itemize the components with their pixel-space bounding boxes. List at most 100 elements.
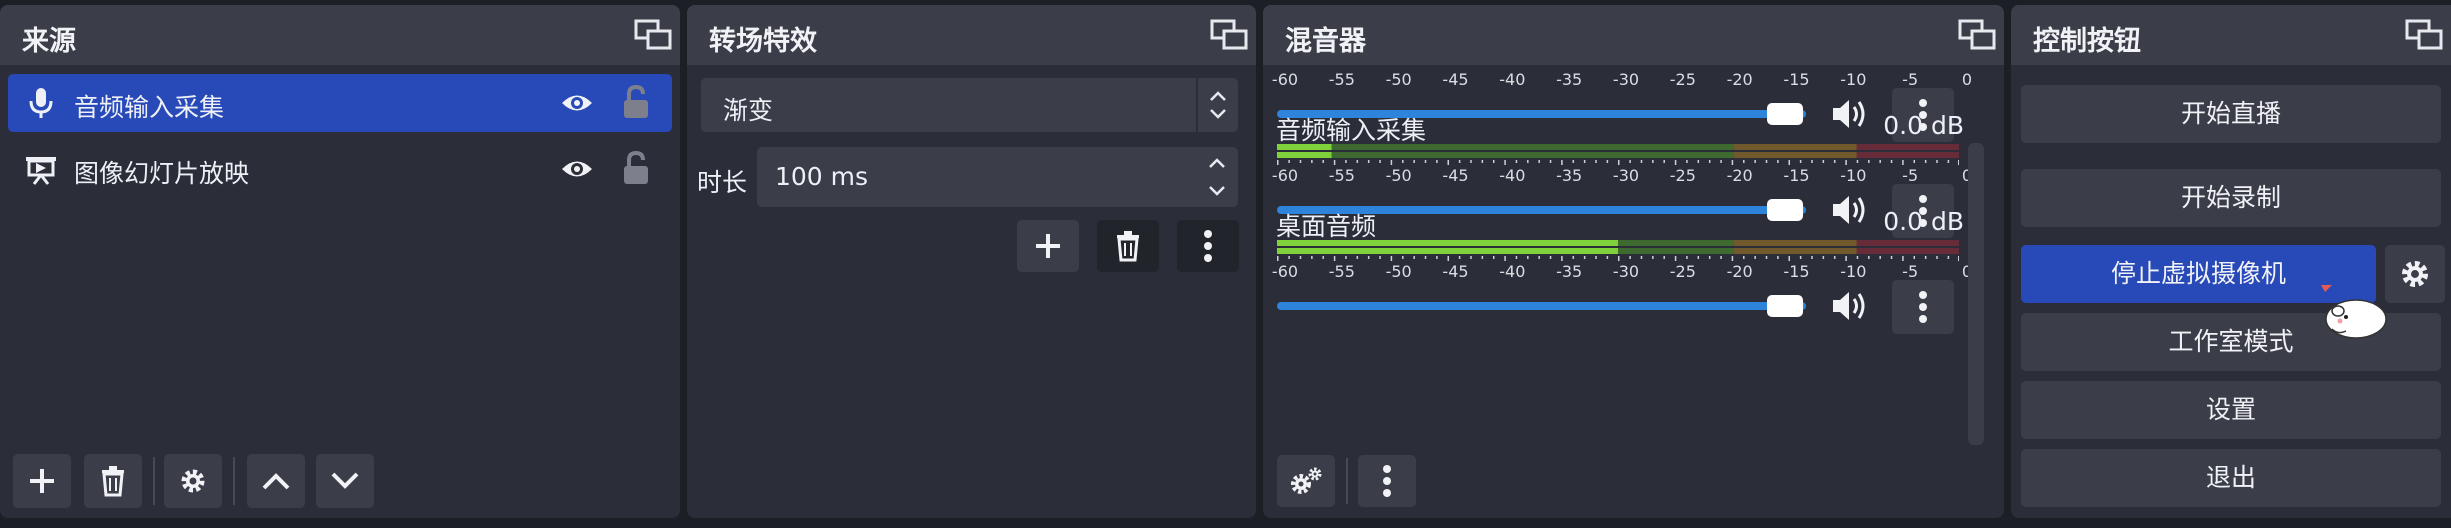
meter-tick [1424, 256, 1427, 259]
float-dock-icon[interactable] [1210, 19, 1248, 51]
meter-tick [1595, 256, 1597, 259]
meter-scale-label: -40 [1499, 70, 1526, 89]
add-transition-button[interactable] [1017, 220, 1079, 272]
meter-tick [1663, 256, 1665, 259]
meter-tick [1777, 256, 1779, 259]
meter-tick [1754, 256, 1756, 259]
mixer-dock-title: 混音器 [1285, 26, 1366, 57]
meter-tick [1868, 160, 1870, 163]
meter-tick [1924, 256, 1927, 259]
eye-icon[interactable] [560, 88, 594, 118]
meter-tick [1924, 160, 1927, 163]
mixer-channel-db: 0.0 dB [1883, 111, 1964, 140]
unlocked-icon[interactable] [622, 150, 650, 186]
duration-spinbox[interactable]: 100 ms [757, 147, 1238, 207]
meter-scale-label: -30 [1612, 166, 1640, 185]
meter-tick [1640, 160, 1643, 163]
exit-button[interactable]: 退出 [2021, 449, 2441, 507]
move-source-down-button[interactable] [316, 454, 374, 508]
source-properties-button[interactable] [164, 454, 222, 508]
advanced-audio-button[interactable] [1277, 455, 1335, 507]
meter-tick [1504, 256, 1506, 261]
settings-button[interactable]: 设置 [2021, 381, 2441, 439]
meter-tick [1788, 160, 1790, 165]
meter-tick [1527, 160, 1529, 163]
source-item-label: 音频输入采集 [74, 93, 225, 122]
meter-scale-label: -60 [1271, 262, 1299, 281]
start-recording-button[interactable]: 开始录制 [2021, 169, 2441, 227]
source-item-audio-input[interactable]: 音频输入采集 [8, 74, 672, 132]
meter-tick [1902, 160, 1904, 165]
meter-scale-label: -40 [1499, 166, 1526, 185]
start-streaming-button[interactable]: 开始直播 [2021, 85, 2441, 143]
transition-select[interactable]: 渐变 [701, 78, 1238, 132]
float-dock-icon[interactable] [2405, 19, 2443, 51]
meter-level [1277, 248, 1618, 254]
remove-source-button[interactable] [84, 454, 142, 508]
meter-tick [1527, 256, 1529, 259]
select-arrows-icon [1196, 78, 1226, 132]
meter-scale-label: -15 [1783, 262, 1810, 281]
audio-level-meter [1277, 144, 1959, 165]
trash-icon [1117, 231, 1139, 262]
mixer-menu-button[interactable] [1358, 455, 1416, 507]
speaker-icon[interactable] [1830, 288, 1868, 324]
meter-scale-label: -60 [1271, 166, 1299, 185]
meter-scale-label: -35 [1556, 262, 1583, 281]
meter-tick [1629, 160, 1631, 163]
meter-tick [1402, 160, 1404, 163]
meter-tick [1538, 160, 1540, 163]
meter-tick [1674, 160, 1677, 165]
mixer-dock: 混音器 -60 -55 -50 -45 -40 -35 -30 -25 -20 -15 -10 -5 0… [1263, 5, 2004, 518]
meter-zone [1733, 144, 1857, 150]
meter-scale-label: -50 [1385, 166, 1412, 185]
meter-tick [1822, 160, 1825, 163]
duration-value: 100 ms [775, 162, 869, 191]
mixer-dock-header: 混音器 [1263, 5, 2004, 65]
add-source-button[interactable] [13, 454, 71, 508]
meter-zone [1856, 248, 1959, 254]
kebab-icon [1204, 230, 1212, 262]
meter-level [1277, 240, 1618, 246]
mixer-scrollbar[interactable] [1968, 143, 1984, 445]
eye-icon[interactable] [560, 154, 594, 184]
meter-zone [1856, 152, 1959, 158]
meter-tick [1788, 256, 1790, 261]
meter-tick [1333, 160, 1336, 165]
meter-tick [1470, 256, 1472, 259]
controls-dock-title: 控制按钮 [2033, 26, 2141, 57]
meter-scale-label: -25 [1669, 166, 1696, 185]
meter-scale-label: -35 [1556, 70, 1583, 89]
unlocked-icon[interactable] [622, 84, 650, 120]
meter-tick [1458, 256, 1461, 259]
meter-tick [1947, 160, 1950, 163]
remove-transition-button[interactable] [1097, 220, 1159, 272]
virtual-camera-settings-button[interactable] [2385, 245, 2445, 303]
meter-tick [1504, 160, 1506, 165]
kebab-icon [1919, 291, 1927, 323]
float-dock-icon[interactable] [1958, 19, 1996, 51]
meter-tick [1606, 160, 1609, 163]
transition-menu-button[interactable] [1177, 220, 1239, 272]
meter-tick [1686, 256, 1688, 259]
volume-slider-handle[interactable] [1766, 295, 1803, 317]
float-dock-icon[interactable] [634, 19, 672, 51]
meter-level [1277, 144, 1332, 150]
controls-dock-header: 控制按钮 [2011, 5, 2451, 65]
meter-scale-label: -10 [1840, 70, 1867, 89]
source-item-image-slideshow[interactable]: 图像幻灯片放映 [8, 140, 672, 198]
meter-scale-label: -5 [1902, 70, 1919, 89]
meter-tick [1492, 256, 1495, 259]
channel-menu-button[interactable] [1892, 280, 1954, 334]
meter-scale-label: -45 [1442, 262, 1469, 281]
move-source-up-button[interactable] [247, 454, 305, 508]
meter-scale-label: -55 [1328, 166, 1355, 185]
mixer-channel: 桌面音频 0.0 dB -60 -55 -50 -45 -40 -35 -30 -25 -20 -15… [1263, 201, 2004, 334]
spin-arrows-icon[interactable] [1204, 151, 1230, 203]
meter-tick [1890, 160, 1893, 163]
meter-tick [1811, 256, 1813, 259]
volume-slider[interactable] [1277, 302, 1806, 310]
meter-tick [1640, 256, 1643, 259]
meter-tick [1618, 160, 1620, 165]
meter-tick [1708, 256, 1711, 259]
